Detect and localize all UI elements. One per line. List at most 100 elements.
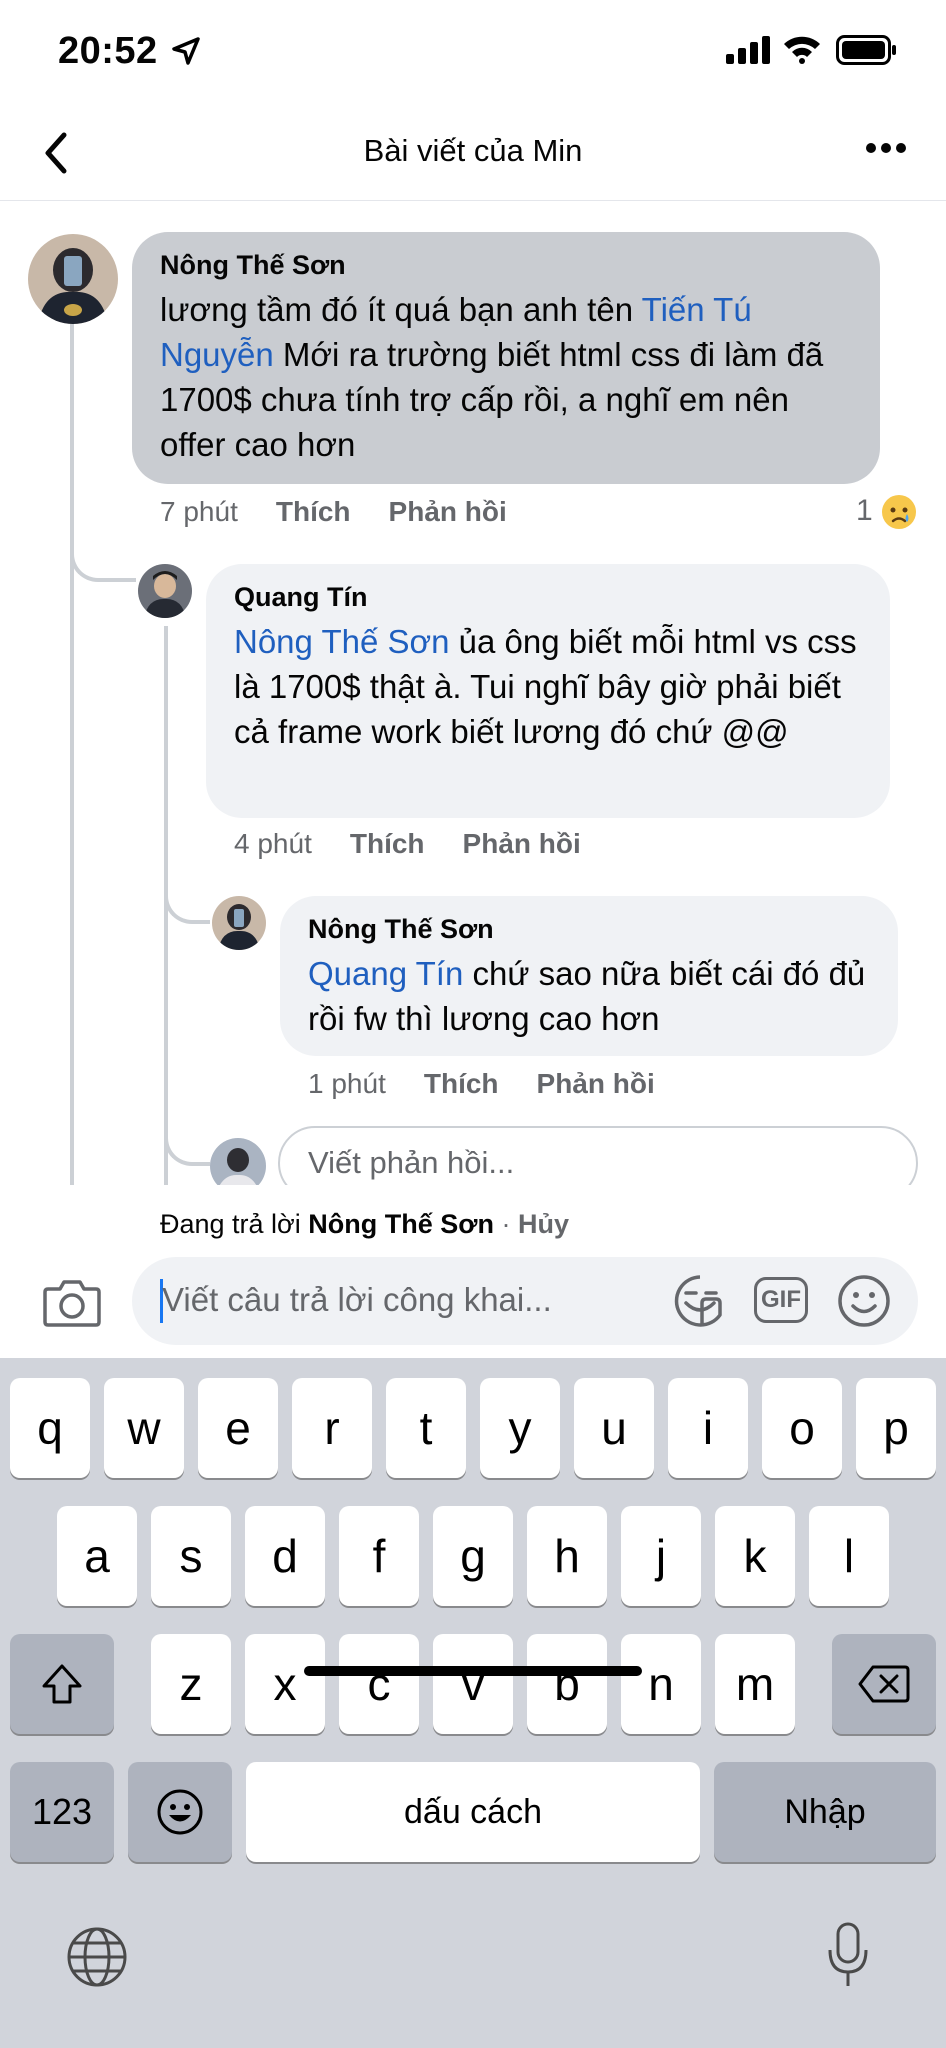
backspace-key[interactable] xyxy=(832,1634,936,1734)
key-label: f xyxy=(372,1530,386,1582)
status-time: 20:52 xyxy=(58,30,158,72)
key-t[interactable]: t xyxy=(386,1378,466,1478)
avatar[interactable] xyxy=(138,564,192,618)
comment-actions: 7 phút Thích Phản hồi xyxy=(160,496,545,528)
gif-icon[interactable]: GIF xyxy=(754,1277,808,1323)
key-c[interactable]: c xyxy=(339,1634,419,1734)
key-r[interactable]: r xyxy=(292,1378,372,1478)
signal-icon xyxy=(726,36,770,64)
key-v[interactable]: v xyxy=(433,1634,513,1734)
key-x[interactable]: x xyxy=(245,1634,325,1734)
key-label: Nhập xyxy=(784,1793,866,1831)
comment-input-placeholder: Viết câu trả lời công khai... xyxy=(162,1281,552,1318)
key-label: g xyxy=(460,1530,486,1582)
key-label: l xyxy=(843,1530,855,1582)
key-label: t xyxy=(419,1402,433,1454)
key-a[interactable]: a xyxy=(57,1506,137,1606)
key-p[interactable]: p xyxy=(856,1378,936,1478)
key-label: y xyxy=(508,1402,532,1454)
backspace-icon xyxy=(858,1665,910,1703)
key-l[interactable]: l xyxy=(809,1506,889,1606)
reply-button[interactable]: Phản hồi xyxy=(537,1068,655,1099)
comment-text: Quang Tín chứ sao nữa biết cái đó đủ rồi… xyxy=(308,951,870,1041)
reaction-summary[interactable]: 1 xyxy=(856,494,917,530)
thread-connector xyxy=(164,1082,210,1166)
key-label: c xyxy=(367,1658,391,1710)
key-m[interactable]: m xyxy=(715,1634,795,1734)
key-j[interactable]: j xyxy=(621,1506,701,1606)
like-button[interactable]: Thích xyxy=(424,1068,499,1099)
comment-time: 1 phút xyxy=(308,1068,386,1099)
key-u[interactable]: u xyxy=(574,1378,654,1478)
mention-link[interactable]: Quang Tín xyxy=(308,955,463,992)
battery-icon xyxy=(836,35,896,65)
comment-bubble[interactable]: Nông Thế Sơn Quang Tín chứ sao nữa biết … xyxy=(280,896,898,1056)
return-key[interactable]: Nhập xyxy=(714,1762,936,1862)
cancel-reply-button[interactable]: Hủy xyxy=(518,1209,569,1239)
key-label: h xyxy=(554,1530,580,1582)
replying-name: Nông Thế Sơn xyxy=(308,1209,494,1239)
avatar-photo xyxy=(212,896,266,950)
key-label: k xyxy=(743,1530,767,1582)
emoji-key[interactable] xyxy=(128,1762,232,1862)
key-g[interactable]: g xyxy=(433,1506,513,1606)
comment-author[interactable]: Nông Thế Sơn xyxy=(160,250,852,281)
reply-button[interactable]: Phản hồi xyxy=(463,828,581,859)
key-z[interactable]: z xyxy=(151,1634,231,1734)
key-s[interactable]: s xyxy=(151,1506,231,1606)
comment-bubble[interactable]: Nông Thế Sơn lương tầm đó ít quá bạn anh… xyxy=(132,232,880,484)
shift-key[interactable] xyxy=(10,1634,114,1734)
like-button[interactable]: Thích xyxy=(350,828,425,859)
comment-bubble[interactable]: Quang Tín Nông Thế Sơn ủa ông biết mỗi h… xyxy=(206,564,890,818)
replying-status: Đang trả lời Nông Thế Sơn · Hủy xyxy=(160,1209,569,1240)
comment-author[interactable]: Quang Tín xyxy=(234,582,862,613)
like-button[interactable]: Thích xyxy=(276,496,351,527)
key-label: o xyxy=(789,1402,815,1454)
key-label: s xyxy=(179,1530,203,1582)
key-y[interactable]: y xyxy=(480,1378,560,1478)
numbers-key[interactable]: 123 xyxy=(10,1762,114,1862)
thread-connector xyxy=(70,522,136,582)
mic-icon[interactable] xyxy=(826,1920,870,1990)
key-n[interactable]: n xyxy=(621,1634,701,1734)
comment-time: 7 phút xyxy=(160,496,238,527)
replying-separator: · xyxy=(493,1209,518,1239)
location-arrow-icon xyxy=(172,37,200,65)
key-w[interactable]: w xyxy=(104,1378,184,1478)
key-e[interactable]: e xyxy=(198,1378,278,1478)
avatar-photo xyxy=(210,1138,266,1185)
more-icon[interactable] xyxy=(866,141,906,155)
thread-line xyxy=(70,298,74,1185)
key-i[interactable]: i xyxy=(668,1378,748,1478)
key-label: q xyxy=(37,1402,63,1454)
key-label: z xyxy=(179,1658,203,1710)
avatar[interactable] xyxy=(212,896,266,950)
sticker-icon[interactable] xyxy=(672,1273,728,1329)
camera-icon[interactable] xyxy=(42,1277,102,1327)
key-b[interactable]: b xyxy=(527,1634,607,1734)
key-o[interactable]: o xyxy=(762,1378,842,1478)
reply-input[interactable]: Viết phản hồi... xyxy=(278,1126,918,1185)
globe-icon[interactable] xyxy=(66,1926,128,1988)
avatar[interactable] xyxy=(28,234,118,324)
wifi-icon xyxy=(784,36,820,64)
smile-icon[interactable] xyxy=(836,1273,892,1329)
key-label: m xyxy=(735,1658,775,1710)
comment-composer: Viết câu trả lời công khai... GIF xyxy=(0,1257,946,1357)
key-h[interactable]: h xyxy=(527,1506,607,1606)
comment-text-part: lương tầm đó ít quá bạn anh tên xyxy=(160,291,642,328)
page-title: Bài viết của Min xyxy=(363,133,583,168)
mention-link[interactable]: Nông Thế Sơn xyxy=(234,623,450,660)
comment-text: Nông Thế Sơn ủa ông biết mỗi html vs css… xyxy=(234,619,862,754)
key-q[interactable]: q xyxy=(10,1378,90,1478)
key-d[interactable]: d xyxy=(245,1506,325,1606)
space-key[interactable]: dấu cách xyxy=(246,1762,700,1862)
key-f[interactable]: f xyxy=(339,1506,419,1606)
reply-button[interactable]: Phản hồi xyxy=(389,496,507,527)
comment-input[interactable]: Viết câu trả lời công khai... GIF xyxy=(132,1257,918,1345)
key-label: n xyxy=(648,1658,674,1710)
key-label: j xyxy=(655,1530,667,1582)
key-k[interactable]: k xyxy=(715,1506,795,1606)
comment-author[interactable]: Nông Thế Sơn xyxy=(308,914,870,945)
key-label: w xyxy=(127,1402,161,1454)
